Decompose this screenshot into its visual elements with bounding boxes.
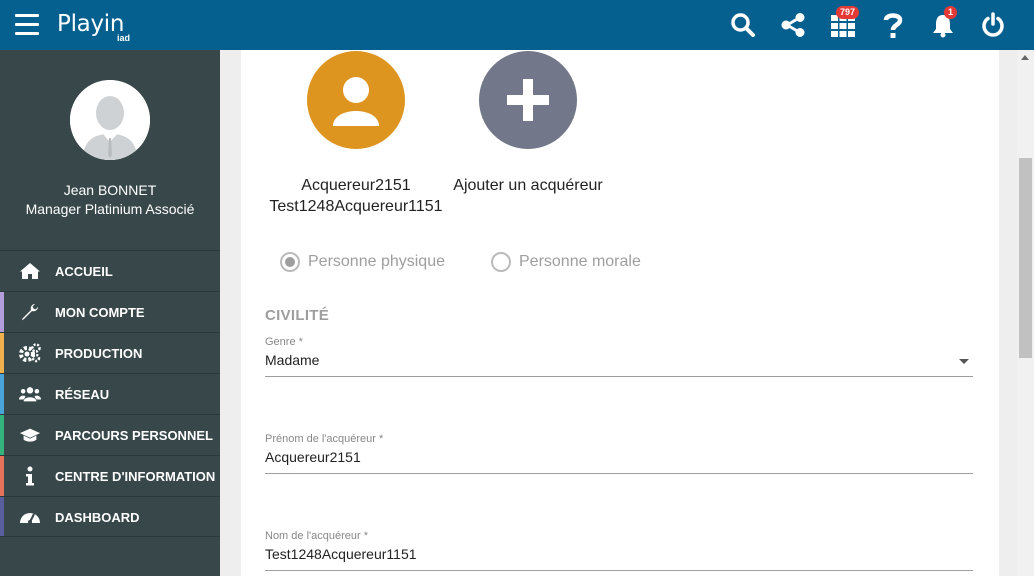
- user-name: Jean BONNET: [63, 182, 157, 198]
- sidebar-item-stripe: [0, 456, 4, 496]
- user-role: Manager Platinium Associé: [25, 201, 195, 217]
- info-icon: [19, 466, 41, 486]
- app-logo[interactable]: Playin: [57, 11, 124, 37]
- app-logo-sub: iad: [117, 33, 131, 43]
- scroll-up-arrow[interactable]: [1021, 55, 1029, 60]
- gears-icon: [19, 343, 41, 363]
- sidebar-item-stripe: [0, 374, 4, 414]
- radio-button[interactable]: [280, 252, 300, 272]
- avatar[interactable]: [70, 80, 150, 160]
- field-label: Nom de l'acquéreur *: [265, 530, 368, 542]
- acquirer-form-card: Acquereur2151 Test1248Acquereur1151 Ajou…: [241, 50, 999, 576]
- chevron-down-icon[interactable]: [959, 359, 969, 364]
- sidebar-item-stripe: [0, 292, 4, 332]
- sidebar-item-accueil[interactable]: ACCUEIL: [0, 250, 220, 291]
- wrench-icon: [19, 302, 41, 322]
- sidebar-item-label: RÉSEAU: [55, 387, 110, 402]
- sidebar-item-label: ACCUEIL: [55, 264, 113, 279]
- share-icon[interactable]: [779, 11, 807, 39]
- question-icon[interactable]: [879, 11, 907, 39]
- acquirer-name[interactable]: Acquereur2151 Test1248Acquereur1151: [265, 177, 447, 216]
- genre-select[interactable]: Genre * Madame: [265, 336, 973, 377]
- add-acquirer-label[interactable]: Ajouter un acquéreur: [437, 177, 619, 195]
- sidebar-item-stripe: [0, 251, 4, 291]
- sidebar-item-mon-compte[interactable]: MON COMPTE: [0, 291, 220, 332]
- sidebar-item-label: PARCOURS PERSONNEL: [55, 428, 213, 443]
- sidebar-item-stripe: [0, 497, 4, 536]
- menu-icon[interactable]: [15, 14, 39, 36]
- section-title: CIVILITÉ: [265, 307, 330, 324]
- sidebar: Jean BONNET Manager Platinium Associé AC…: [0, 50, 220, 576]
- scrollbar-thumb[interactable]: [1019, 158, 1032, 358]
- firstname-input[interactable]: Acquereur2151: [265, 449, 973, 474]
- acquirer-avatar[interactable]: [307, 51, 405, 149]
- genre-value[interactable]: Madame: [265, 352, 973, 377]
- graduation-cap-icon: [19, 425, 41, 445]
- firstname-field[interactable]: Prénom de l'acquéreur * Acquereur2151: [265, 433, 973, 474]
- users-icon: [19, 384, 41, 404]
- sidebar-item-stripe: [0, 415, 4, 455]
- gauge-icon: [19, 507, 41, 527]
- sidebar-item-label: CENTRE D'INFORMATION: [55, 469, 216, 484]
- sidebar-item-label: DASHBOARD: [55, 510, 140, 525]
- acquirer-lastname: Test1248Acquereur1151: [269, 198, 443, 215]
- sidebar-item-stripe: [0, 333, 4, 373]
- lastname-input[interactable]: Test1248Acquereur1151: [265, 546, 973, 571]
- radio-personne-morale[interactable]: Personne morale: [491, 252, 641, 272]
- top-bar: Playin iad 797 1: [0, 0, 1034, 50]
- sidebar-item-label: PRODUCTION: [55, 346, 143, 361]
- lastname-field[interactable]: Nom de l'acquéreur * Test1248Acquereur11…: [265, 530, 973, 571]
- field-label: Genre *: [265, 336, 303, 348]
- sidebar-nav: ACCUEIL MON COMPTE PRODUCTION RÉSEAU PAR…: [0, 250, 220, 537]
- sidebar-item-label: MON COMPTE: [55, 305, 145, 320]
- acquirer-firstname: Acquereur2151: [301, 177, 411, 194]
- radio-button[interactable]: [491, 252, 511, 272]
- sidebar-item-parcours-personnel[interactable]: PARCOURS PERSONNEL: [0, 414, 220, 455]
- sidebar-item-dashboard[interactable]: DASHBOARD: [0, 496, 220, 537]
- sidebar-item-production[interactable]: PRODUCTION: [0, 332, 220, 373]
- home-icon: [19, 261, 41, 281]
- radio-label: Personne physique: [308, 253, 445, 270]
- radio-personne-physique[interactable]: Personne physique: [280, 252, 445, 272]
- sidebar-item-reseau[interactable]: RÉSEAU: [0, 373, 220, 414]
- add-acquirer-button[interactable]: [479, 51, 577, 149]
- sidebar-item-centre-information[interactable]: CENTRE D'INFORMATION: [0, 455, 220, 496]
- search-icon[interactable]: [729, 11, 757, 39]
- radio-label: Personne morale: [519, 253, 641, 270]
- power-icon[interactable]: [979, 11, 1007, 39]
- field-label: Prénom de l'acquéreur *: [265, 433, 384, 445]
- apps-badge: 797: [836, 6, 860, 19]
- notifications-badge: 1: [944, 6, 958, 19]
